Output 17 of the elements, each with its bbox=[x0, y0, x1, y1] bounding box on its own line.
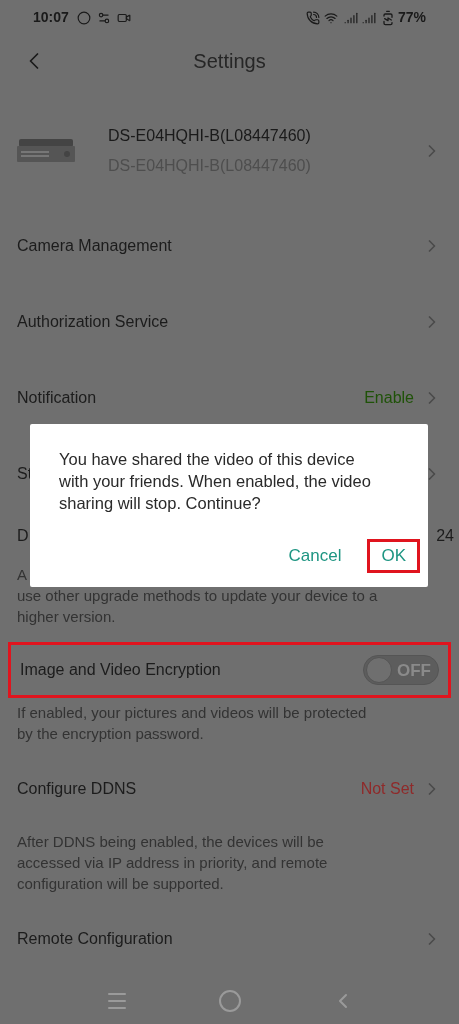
row-description: If enabled, your pictures and videos will be protected by the encryption password. bbox=[16, 703, 368, 745]
row-label: Remote Configuration bbox=[17, 929, 174, 950]
row-label: D bbox=[17, 526, 29, 547]
row-value: Not Set bbox=[360, 779, 414, 800]
row-label: Notification bbox=[17, 388, 98, 409]
row-description: After DDNS being enabled, the devices will be accessed via IP address in priority, and remote configuration will be supported. bbox=[16, 832, 329, 895]
row-label: Authorization Service bbox=[17, 312, 170, 333]
row-value: 24 bbox=[436, 526, 454, 547]
row-label: Camera Management bbox=[17, 236, 173, 257]
row-label: Image and Video Encryption bbox=[20, 660, 222, 681]
page-title: Settings bbox=[193, 49, 266, 75]
dialog-message: You have shared the video of this device with your friends. When enabled, the video sharing will stop. Continue? bbox=[59, 449, 372, 514]
device-name: DS-E04HQHI-B(L08447460) bbox=[108, 126, 312, 147]
battery-level: 77% bbox=[397, 8, 426, 27]
row-value: Enable bbox=[364, 388, 414, 409]
status-time: 10:07 bbox=[33, 8, 69, 27]
row-label: Configure DDNS bbox=[17, 779, 138, 800]
